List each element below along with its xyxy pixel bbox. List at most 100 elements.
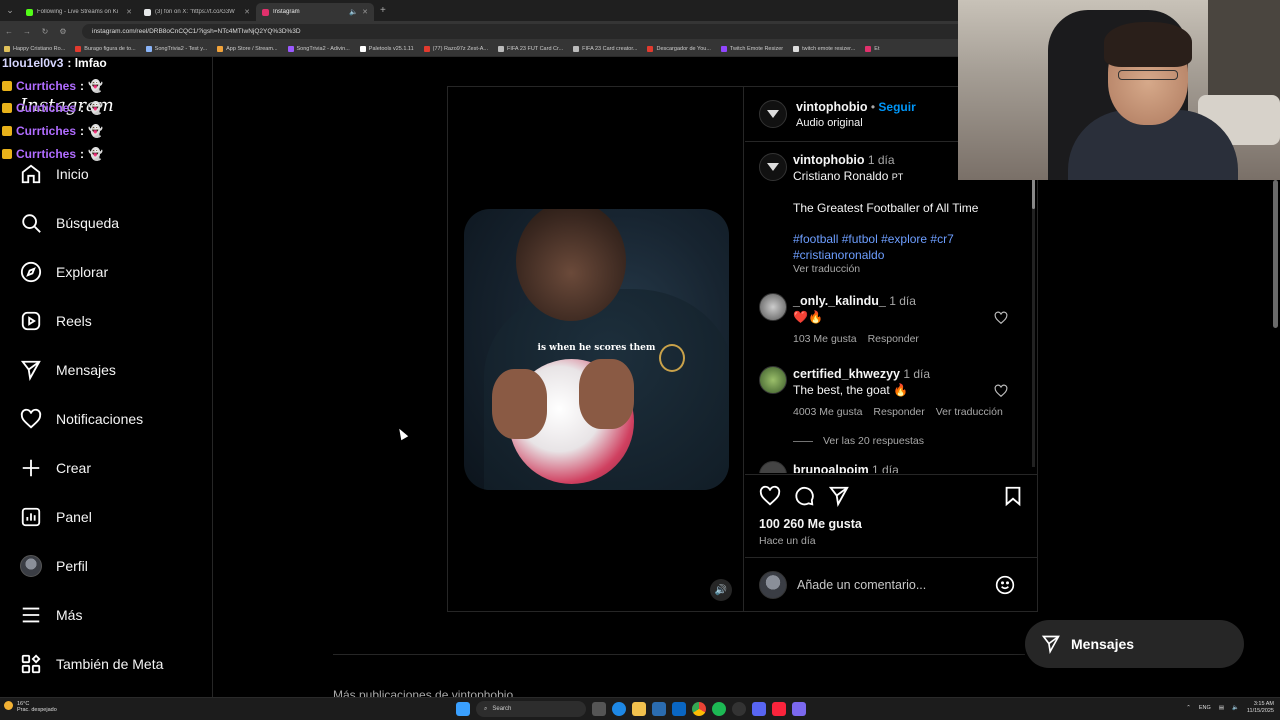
sidebar-item-tambien-de-meta[interactable]: También de Meta [20, 653, 163, 675]
comment-likes[interactable]: 4003 Me gusta [793, 406, 862, 418]
bookmark-item[interactable]: twitch emote resizer... [793, 46, 859, 52]
discord-icon[interactable] [752, 702, 766, 716]
comment-username[interactable]: _only._kalindu_ [793, 294, 886, 308]
bookmark-item[interactable]: Et [865, 46, 883, 52]
like-heart-icon[interactable] [759, 485, 781, 507]
caption-username[interactable]: vintophobio [793, 153, 865, 167]
audio-link[interactable]: Audio original [796, 117, 863, 129]
task-view-icon[interactable] [592, 702, 606, 716]
sidebar-item-reels[interactable]: Reels [20, 310, 92, 332]
sidebar-item-panel[interactable]: Panel [20, 506, 92, 528]
video-caption: is when he scores them [537, 343, 656, 353]
bookmark-item[interactable]: Descargador de You... [647, 46, 714, 52]
music-icon[interactable] [772, 702, 786, 716]
chat-text: : lmfao [67, 56, 107, 71]
follow-button[interactable]: Seguir [878, 100, 915, 114]
taskbar-search[interactable]: ⌕ Search [476, 701, 586, 717]
clock-date: 11/15/2025 [1246, 708, 1274, 714]
emoji-icon[interactable] [995, 575, 1015, 595]
translate-link[interactable]: Ver traducción [936, 406, 1003, 418]
caption-avatar[interactable] [759, 153, 787, 181]
bookmark-item[interactable]: Twitch Emote Resizer [720, 46, 787, 52]
bookmark-item[interactable]: Paletools v25.1.11 [359, 46, 418, 52]
comment-username[interactable]: certified_khwezyy [793, 367, 900, 381]
forward-icon[interactable]: → [22, 27, 32, 36]
volume-button[interactable]: 🔊 [710, 579, 732, 601]
like-comment-heart-icon[interactable] [994, 384, 1008, 398]
reply-link[interactable]: Responder [873, 406, 924, 418]
scrollbar-thumb[interactable] [1273, 180, 1278, 328]
bookmark-item[interactable]: SongTrivia2 - Test y... [145, 46, 211, 52]
bookmark-item[interactable]: SongTrivia2 - Adivin... [287, 46, 354, 52]
tab-kick[interactable]: Following - Live Streams on Ki ✕ [20, 3, 138, 21]
commenter-avatar[interactable] [759, 293, 787, 321]
volume-icon[interactable]: 🔈 [1232, 705, 1239, 711]
author-avatar[interactable] [759, 100, 787, 128]
sidebar-item-busqueda[interactable]: Búsqueda [20, 212, 119, 234]
translate-link[interactable]: Ver traducción [793, 263, 860, 275]
site-info-icon[interactable]: ⚙ [58, 27, 68, 36]
obs-icon[interactable] [732, 702, 746, 716]
close-tab-icon[interactable]: ✕ [362, 8, 368, 16]
bookmark-item[interactable]: App Store / Stream... [217, 46, 281, 52]
commenter-avatar[interactable] [759, 461, 787, 473]
sidebar-item-crear[interactable]: Crear [20, 457, 91, 479]
windows-start-icon[interactable] [456, 702, 470, 716]
edge-icon[interactable] [612, 702, 626, 716]
reel-video[interactable]: is when he scores them [464, 209, 729, 490]
sidebar-item-mensajes[interactable]: Mensajes [20, 359, 116, 381]
store-icon[interactable] [652, 702, 666, 716]
likes-count[interactable]: 100 260 Me gusta [759, 517, 862, 531]
reload-icon[interactable]: ↻ [40, 27, 50, 36]
sidebar-item-explorar[interactable]: Explorar [20, 261, 108, 283]
close-tab-icon[interactable]: ✕ [126, 8, 132, 16]
tagged-user[interactable]: Cristiano Ronaldo [793, 169, 888, 183]
chrome-icon[interactable] [692, 702, 706, 716]
tab-x[interactable]: (3) fon on X: "https://t.co/G3W ✕ [138, 3, 256, 21]
spotify-icon[interactable] [712, 702, 726, 716]
sidebar-item-notificaciones[interactable]: Notificaciones [20, 408, 143, 430]
share-paper-plane-icon[interactable] [828, 485, 850, 507]
reel-media: is when he scores them 🔊 [448, 87, 744, 611]
comment-input[interactable]: Añade un comentario... [797, 578, 926, 592]
back-icon[interactable]: ← [4, 27, 14, 36]
tray-overflow-icon[interactable]: ⌃ [1186, 705, 1191, 711]
like-comment-heart-icon[interactable] [994, 311, 1008, 325]
teams-icon[interactable] [792, 702, 806, 716]
scrollbar-thumb[interactable] [1032, 179, 1035, 209]
hashtags[interactable]: #cristianoronaldo [793, 248, 884, 262]
chat-username: Currtiches [16, 146, 77, 161]
bookmark-item[interactable]: FIFA 23 FUT Card Cr... [497, 46, 567, 52]
commenter-avatar[interactable] [759, 366, 787, 394]
reply-link[interactable]: Responder [868, 333, 919, 345]
comment-bubble-icon[interactable] [793, 485, 815, 507]
weather-widget[interactable]: 16°C Prac. despejado [4, 701, 57, 713]
bookmark-item[interactable]: FIFA 23 Card creator... [573, 46, 641, 52]
wifi-icon[interactable]: ▤ [1219, 705, 1224, 711]
comments-scrollbar[interactable] [1032, 147, 1035, 467]
file-explorer-icon[interactable] [632, 702, 646, 716]
tab-instagram[interactable]: Instagram 🔈 ✕ [256, 3, 374, 21]
page-scrollbar[interactable] [1270, 180, 1280, 700]
comment-username[interactable]: brunoalpoim [793, 463, 869, 473]
address-bar[interactable]: instagram.com/reel/DRB8oCnCQC1/?igsh=NTc… [82, 24, 982, 39]
instagram-favicon-icon [262, 8, 269, 16]
sidebar-item-inicio[interactable]: Inicio [20, 163, 89, 185]
clock[interactable]: 3:15 AM 11/15/2025 [1247, 701, 1274, 715]
save-bookmark-icon[interactable] [1002, 485, 1024, 507]
view-replies-link[interactable]: Ver las 20 respuestas [823, 435, 924, 447]
comment-text: The best, the goat 🔥 [793, 383, 909, 397]
author-username[interactable]: vintophobio [796, 100, 868, 114]
new-tab-button[interactable]: + [380, 5, 386, 16]
speaker-icon[interactable]: 🔈 [349, 8, 358, 16]
language-indicator[interactable]: ENG [1199, 705, 1211, 711]
hashtags[interactable]: #football #futbol #explore #cr7 [793, 232, 954, 246]
close-tab-icon[interactable]: ✕ [244, 8, 250, 16]
sidebar-item-perfil[interactable]: Perfil [20, 555, 88, 577]
floating-messages-button[interactable]: Mensajes [1025, 620, 1244, 668]
sidebar-item-mas[interactable]: Más [20, 604, 82, 626]
comment-likes[interactable]: 103 Me gusta [793, 333, 857, 345]
mail-icon[interactable] [672, 702, 686, 716]
bookmark-item[interactable]: (77) Razo97z Zest-A... [423, 46, 492, 52]
tab-menu-icon[interactable]: ⌄ [0, 5, 20, 16]
